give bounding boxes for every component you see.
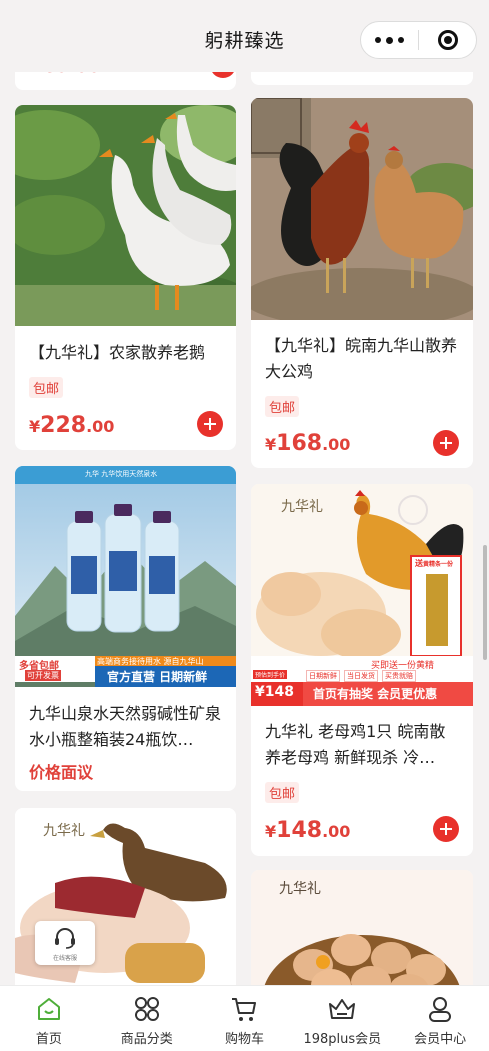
product-image-hen: 九华礼 送黄精条一份 买即送一份黄精 预估到手价 ¥148 日期新鲜 当日发货 … [251, 484, 473, 706]
product-card[interactable]: 九华 九华饮用天然泉水 多省包邮 可开发票 高端商务接待用水 源自九华山 官方直… [15, 466, 236, 791]
headset-icon [55, 928, 75, 949]
crown-icon [329, 999, 356, 1019]
banner-brand-logo: 九华礼 [281, 499, 323, 515]
add-to-cart-button[interactable] [433, 430, 459, 456]
product-price: ¥168.00 [265, 431, 351, 456]
banner-brand-logo: 九华礼 [43, 823, 85, 839]
free-shipping-badge: 包邮 [265, 782, 300, 803]
product-name: 九华礼 老母鸡1只 皖南散养老母鸡 新鲜现杀 冷… [265, 722, 446, 767]
price-negotiable: 价格面议 [29, 763, 94, 782]
product-price: ¥148.00 [265, 818, 351, 843]
tab-label: 首页 [35, 1032, 62, 1047]
banner-invoice-tag: 可开发票 [25, 670, 61, 681]
banner-promo: 首页有抽奖 会员更优惠 [313, 687, 438, 701]
product-image-duck: 九华礼 [15, 808, 236, 998]
banner-gift-label: 送黄精条一份 [415, 559, 454, 568]
banner-top-label: 九华 九华饮用天然泉水 [85, 470, 158, 478]
product-image-roosters [251, 98, 473, 320]
free-shipping-badge: 包邮 [265, 396, 300, 417]
banner-strip-top: 高端商务接待用水 源自九华山 [97, 657, 204, 666]
add-to-cart-button[interactable] [197, 411, 223, 437]
product-name: 九华山泉水天然弱碱性矿泉水小瓶整箱装24瓶饮… [29, 704, 222, 749]
product-price: ¥228.00 [29, 413, 115, 438]
product-name: 【九华礼】皖南九华山散养大公鸡 [265, 336, 458, 381]
customer-service-button[interactable]: 在线客服 [35, 921, 95, 965]
tab-category[interactable]: 商品分类 [98, 986, 196, 1051]
home-icon [37, 998, 60, 1020]
product-card[interactable]: 九华礼 送黄精条一份 买即送一份黄精 预估到手价 ¥148 日期新鲜 当日发货 … [251, 484, 473, 856]
product-card[interactable]: 九华礼 [15, 808, 236, 998]
product-card[interactable]: 【九华礼】皖南九华山散养大公鸡 包邮 ¥168.00 [251, 98, 473, 468]
product-card[interactable]: 九华礼 [251, 870, 473, 1000]
tab-cart[interactable]: 购物车 [196, 986, 294, 1051]
user-icon [429, 997, 452, 1022]
cart-icon [232, 998, 257, 1021]
banner-strip: 官方直营 日期新鲜 [107, 670, 208, 684]
tab-label: 198plus会员 [303, 1032, 382, 1047]
banner-brand-logo: 九华礼 [279, 881, 321, 897]
scrollbar[interactable] [483, 545, 487, 660]
add-to-cart-button[interactable] [433, 816, 459, 842]
mini-program-capsule [360, 21, 477, 59]
bottom-tab-bar: 首页 商品分类 购物车 198plus会员 会员中心 [0, 985, 489, 1051]
tab-member-center[interactable]: 会员中心 [391, 986, 489, 1051]
banner-chips: 日期新鲜 当日发货 买贵就赔 [306, 670, 416, 682]
header: 躬耕臻选 [0, 0, 489, 72]
category-grid-icon [134, 997, 159, 1021]
tab-plus-member[interactable]: 198plus会员 [293, 986, 391, 1051]
banner-price-tag-top: 预估到手价 [253, 670, 288, 679]
product-image-eggs: 九华礼 [251, 870, 473, 1000]
more-icon[interactable] [361, 22, 418, 58]
close-target-icon[interactable] [419, 22, 476, 58]
product-name: 【九华礼】农家散养老鹅 [29, 343, 206, 362]
product-card[interactable]: 【九华礼】农家散养老鹅 包邮 ¥228.00 [15, 105, 236, 450]
tab-label: 会员中心 [414, 1032, 467, 1047]
product-image-geese [15, 105, 236, 326]
tab-label: 购物车 [224, 1032, 264, 1047]
tab-label: 商品分类 [120, 1032, 173, 1047]
tab-home[interactable]: 首页 [0, 986, 98, 1051]
product-image-water: 九华 九华饮用天然泉水 多省包邮 可开发票 高端商务接待用水 源自九华山 官方直… [15, 466, 236, 687]
banner-price-tag: ¥148 [255, 684, 294, 700]
customer-service-label: 在线客服 [52, 955, 77, 962]
free-shipping-badge: 包邮 [29, 377, 64, 398]
